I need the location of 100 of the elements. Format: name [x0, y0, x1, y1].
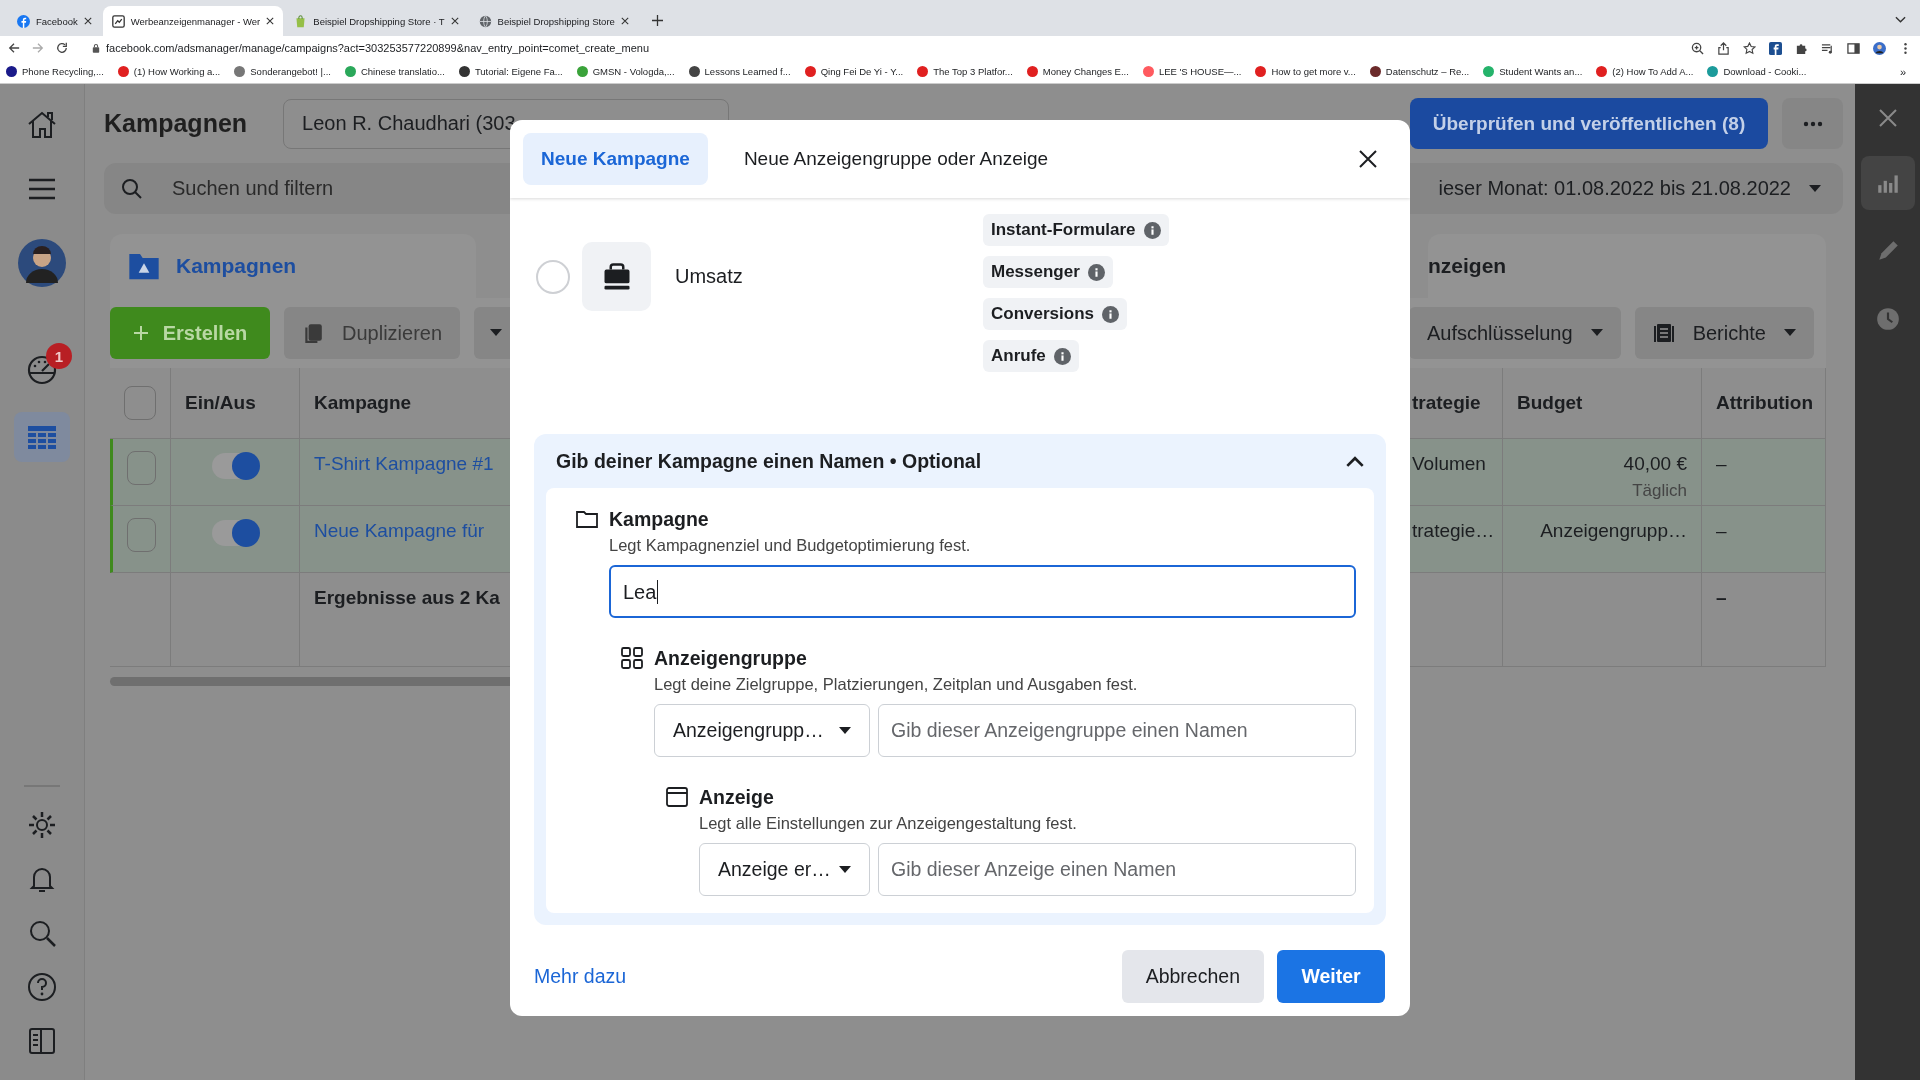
name-input[interactable]: Gib dieser Anzeige einen Namen — [878, 843, 1356, 896]
table-cell: Volumen — [1412, 453, 1486, 475]
sidebar-icon[interactable] — [1847, 41, 1860, 55]
back-icon[interactable] — [8, 42, 20, 54]
site-icon — [1483, 66, 1495, 77]
zoom-icon[interactable] — [1691, 41, 1704, 55]
info-icon — [1102, 305, 1119, 323]
close-icon[interactable] — [1358, 149, 1378, 169]
bookmark[interactable]: How to get more v... — [1255, 66, 1356, 77]
bookmark[interactable]: Money Changes E... — [1026, 66, 1129, 77]
radio-button[interactable] — [536, 259, 570, 294]
budget-note: Täglich — [1632, 481, 1687, 501]
site-icon — [1142, 66, 1154, 77]
notification-badge: 1 — [46, 343, 72, 369]
toggle-switch[interactable] — [212, 520, 258, 546]
browser-tab[interactable]: Werbeanzeigenmanager - Wer — [102, 6, 284, 36]
reports-dropdown[interactable]: Berichte — [1634, 307, 1814, 359]
bookmark[interactable]: Chinese translatio... — [344, 66, 445, 77]
caret-icon — [1809, 184, 1821, 193]
panel-tab[interactable] — [1860, 156, 1915, 210]
site-icon — [344, 66, 356, 77]
bookmark[interactable]: Qing Fei De Yi - Y... — [804, 66, 904, 77]
plus-icon — [132, 325, 149, 341]
bookmark[interactable]: Student Wants an... — [1483, 66, 1583, 77]
bookmark[interactable]: The Top 3 Platfor... — [917, 66, 1013, 77]
browser-tab[interactable]: Beispiel Dropshipping Store · T — [285, 6, 468, 36]
site-icon — [6, 66, 17, 77]
bookmark[interactable]: Tutorial: Eigene Fa... — [458, 66, 563, 77]
chevron-down-icon[interactable] — [1895, 16, 1906, 24]
date-range-picker[interactable]: ieser Monat: 01.08.2022 bis 21.08.2022 — [1438, 177, 1821, 200]
level-description: Legt Kampagnenziel und Budgetoptimierung fest. — [609, 536, 972, 555]
breakdown-dropdown[interactable]: Aufschlüsselung — [1408, 307, 1621, 359]
bookmark[interactable]: Lessons Learned f... — [688, 66, 791, 77]
bookmark[interactable]: (1) How Working a... — [117, 66, 221, 77]
creation-dropdown[interactable]: Anzeigengrupp… — [654, 704, 870, 757]
objective-icon — [582, 242, 651, 311]
bookmark[interactable]: Datenschutz – Re... — [1369, 66, 1470, 77]
bookmark[interactable]: Sonderangebot! |... — [234, 66, 331, 77]
more-icon — [1802, 120, 1823, 127]
level-tab[interactable]: nzeigen — [1428, 234, 1826, 298]
row-checkbox[interactable] — [127, 451, 156, 485]
toggle-switch[interactable] — [212, 453, 258, 479]
site-icon — [117, 66, 129, 77]
profile-avatar[interactable] — [18, 239, 66, 287]
close-icon[interactable] — [450, 17, 459, 25]
table-cell: 40,00 € — [1623, 453, 1687, 475]
table-cell: – — [1716, 520, 1727, 542]
panel-icon[interactable] — [26, 1025, 58, 1057]
campaign-name-field[interactable]: Lea — [609, 565, 1356, 618]
site-icon — [804, 66, 816, 77]
copy-icon — [302, 322, 324, 344]
address-bar[interactable]: facebook.com/adsmanager/manage/campaigns?act=303253577220899&nav_entry_point=comet_create_menu — [106, 42, 650, 54]
clock-icon — [1874, 306, 1901, 332]
close-icon[interactable] — [266, 17, 275, 25]
browser-tab[interactable]: Facebook — [8, 6, 101, 36]
publish-button[interactable]: Überprüfen und veröffentlichen (8) — [1410, 98, 1768, 149]
cancel-button[interactable]: Abbrechen — [1121, 950, 1264, 1003]
help-icon[interactable] — [26, 971, 58, 1003]
bookmarks-overflow[interactable]: » — [1899, 65, 1914, 78]
settings-icon[interactable] — [26, 809, 58, 841]
lock-icon — [92, 43, 100, 53]
site-icon — [1026, 66, 1038, 77]
name-input[interactable]: Gib dieser Anzeigengruppe einen Namen — [878, 704, 1356, 757]
new-tab-icon[interactable] — [651, 15, 663, 26]
close-icon[interactable] — [620, 17, 629, 25]
select-all-checkbox[interactable] — [124, 386, 156, 420]
site-icon — [688, 66, 700, 77]
objective-label: Umsatz — [675, 265, 743, 288]
bookmark[interactable]: Phone Recycling,... — [6, 66, 104, 77]
share-icon[interactable] — [1717, 41, 1730, 55]
learn-more-link[interactable]: Mehr dazu — [534, 965, 627, 988]
site-icon — [1369, 66, 1381, 77]
reload-icon[interactable] — [56, 42, 68, 54]
close-icon[interactable] — [83, 17, 92, 25]
row-checkbox[interactable] — [127, 518, 156, 552]
caret-icon — [1784, 329, 1796, 337]
playlist-icon[interactable] — [1821, 41, 1834, 55]
bookmark[interactable]: (2) How To Add A... — [1596, 66, 1694, 77]
puzzle-icon[interactable] — [1795, 41, 1808, 55]
search-icon — [120, 176, 144, 201]
caret-icon — [1590, 329, 1603, 337]
nav-item[interactable]: 1 — [14, 345, 70, 395]
extension-icon[interactable] — [1769, 41, 1782, 55]
bookmark[interactable]: LEE 'S HOUSE—... — [1142, 66, 1242, 77]
feature-tag: Messenger — [983, 256, 1113, 288]
level-title: Anzeige — [699, 786, 775, 809]
next-button[interactable]: Weiter — [1277, 950, 1385, 1003]
creation-dropdown[interactable]: Anzeige er… — [699, 843, 870, 896]
bookmark[interactable]: GMSN - Vologda,... — [576, 66, 675, 77]
avatar-icon[interactable] — [1873, 41, 1886, 55]
bookmark[interactable]: Download - Cooki... — [1707, 66, 1807, 77]
level-title: Kampagne — [609, 508, 710, 531]
chevron-up-icon[interactable] — [1346, 455, 1364, 467]
site-icon — [1596, 66, 1608, 77]
star-icon[interactable] — [1743, 41, 1756, 55]
dialog-tab[interactable]: Neue Kampagne — [523, 133, 708, 185]
browser-tab[interactable]: Beispiel Dropshipping Store — [469, 6, 638, 36]
info-icon — [1143, 221, 1161, 239]
home-icon[interactable] — [26, 109, 58, 141]
feature-tag: Anrufe — [983, 340, 1079, 372]
